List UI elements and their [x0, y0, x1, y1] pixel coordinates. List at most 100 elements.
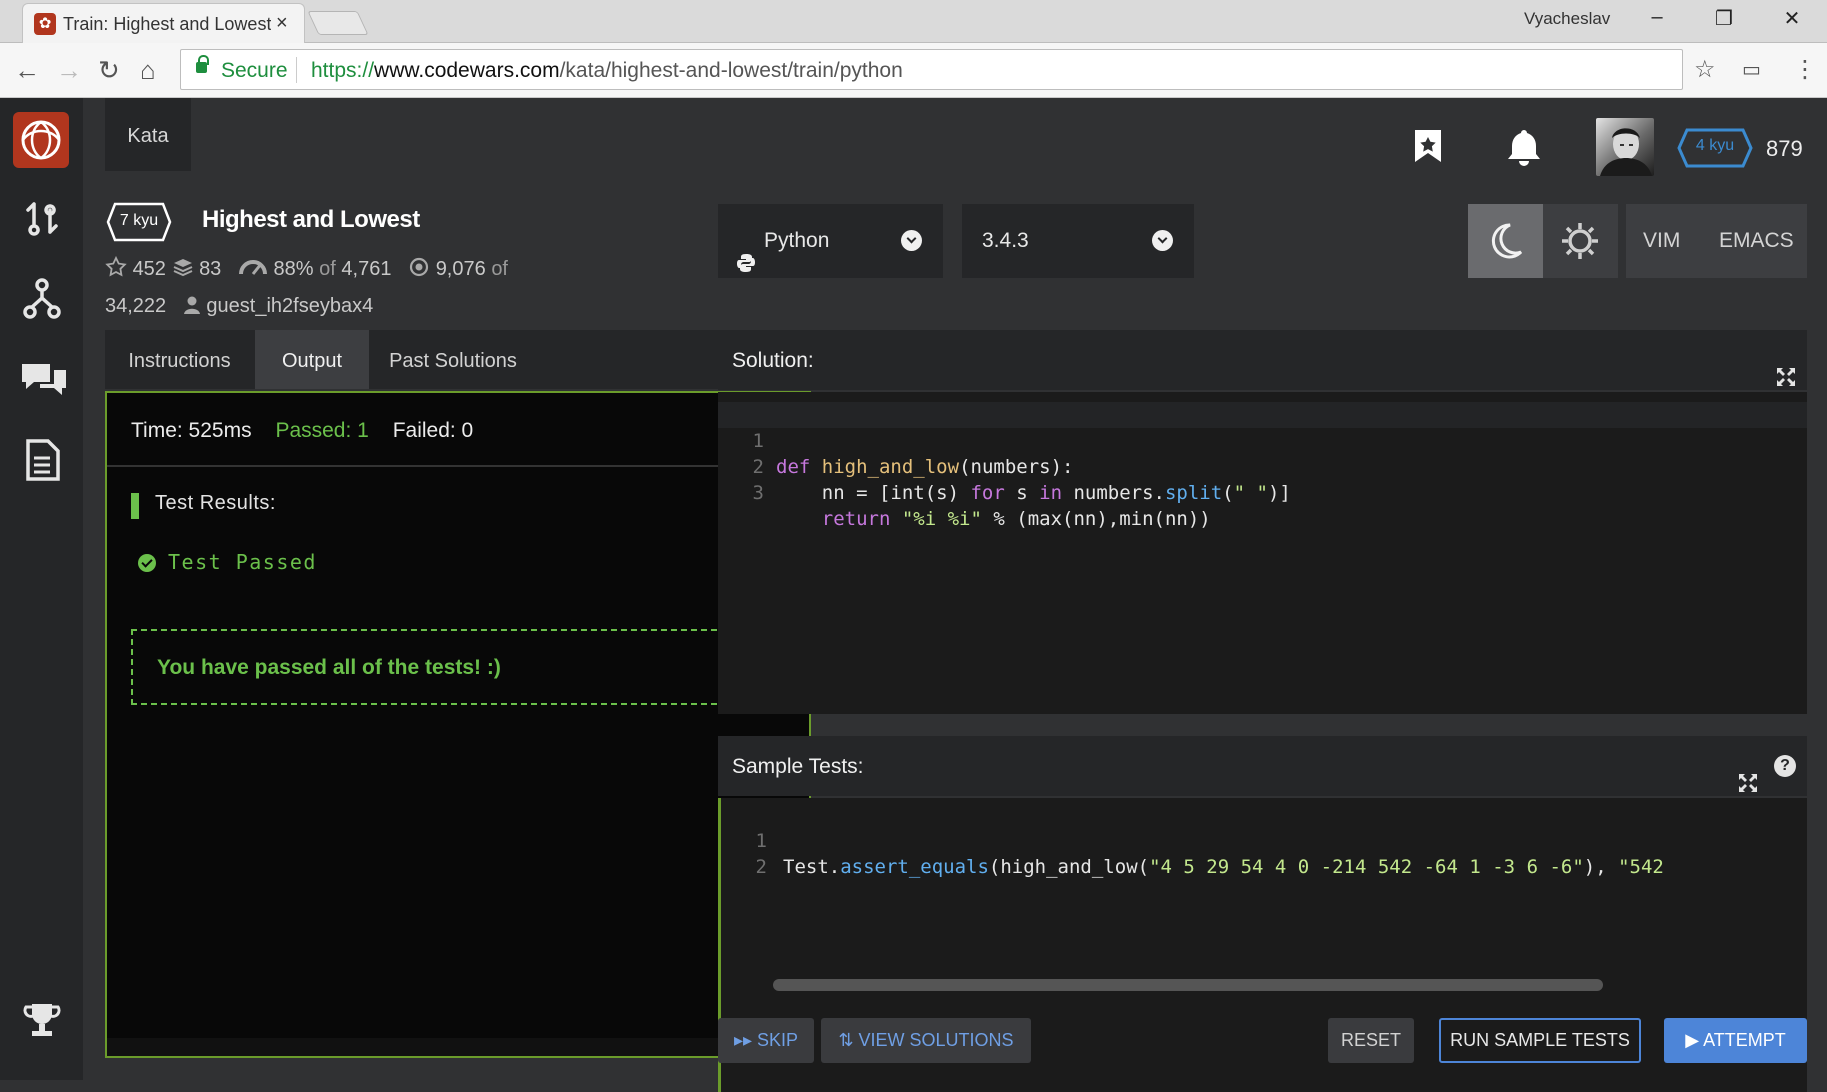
- bookmark-star-icon[interactable]: ☆: [1694, 55, 1716, 84]
- tab-instructions[interactable]: Instructions: [105, 330, 254, 389]
- codewars-favicon-icon: ✿: [34, 13, 56, 35]
- url-protocol: https://: [311, 59, 375, 82]
- nav-tab-kata[interactable]: Kata: [105, 98, 191, 171]
- view-solutions-button[interactable]: ⇅ VIEW SOLUTIONS: [821, 1018, 1031, 1063]
- completed-of-label: of: [491, 258, 508, 280]
- docs-icon[interactable]: [20, 438, 64, 481]
- url-separator: [296, 57, 297, 83]
- kata-trainer: Kata 4 kyu 879 7 kyu Highest and Lowest …: [83, 98, 1827, 1092]
- honor-count: 879: [1766, 136, 1803, 161]
- code-line: 2 nn = [int(s) for s in numbers.split(" …: [718, 428, 1807, 504]
- test-results-label: Test Results:: [155, 492, 276, 514]
- satisfaction-votes: 4,761: [341, 258, 392, 280]
- close-window-icon[interactable]: ✕: [1772, 6, 1812, 31]
- vim-mode-button[interactable]: VIM: [1643, 204, 1680, 278]
- notification-bell-icon[interactable]: [1506, 128, 1542, 171]
- satisfaction-gauge-icon: [238, 255, 268, 289]
- chevron-down-icon: [901, 230, 922, 251]
- browser-tab-title: Train: Highest and Lowest: [63, 14, 271, 34]
- trophy-icon[interactable]: [20, 1000, 64, 1040]
- completed-target-icon: [408, 255, 430, 289]
- url-path: /kata/highest-and-lowest/train/python: [559, 59, 903, 82]
- training-icon[interactable]: [20, 198, 64, 238]
- address-bar[interactable]: Secure https://www.codewars.com/kata/hig…: [180, 49, 1683, 90]
- code-line: 2: [721, 828, 1807, 878]
- code-line: 3 return "%i %i" % (max(nn),min(nn)): [718, 454, 1807, 530]
- solution-editor[interactable]: 1 def high_and_low(numbers): 2 nn = [int…: [718, 392, 1807, 714]
- line-number: 2: [755, 856, 767, 878]
- skip-button[interactable]: ▸▸ SKIP: [718, 1018, 814, 1063]
- reload-icon[interactable]: ↻: [98, 55, 120, 86]
- sidebar: [0, 98, 83, 1080]
- discussion-icon[interactable]: [20, 360, 66, 400]
- code-line: 1 Test.assert_equals(high_and_low("4 5 2…: [721, 802, 1807, 878]
- extension-icon[interactable]: ▭: [1742, 57, 1761, 82]
- collaboration-icon[interactable]: [20, 276, 64, 319]
- kata-title: Highest and Lowest: [202, 206, 420, 233]
- python-icon: [736, 230, 756, 304]
- user-avatar[interactable]: [1596, 118, 1654, 176]
- check-circle-icon: [138, 554, 156, 572]
- test-summary: Time: 525ms Passed: 1 Failed: 0: [107, 393, 809, 467]
- forward-icon[interactable]: →: [56, 55, 82, 86]
- output-footer: [107, 1038, 809, 1056]
- browser-tab[interactable]: ✿ Train: Highest and Lowest ×: [22, 3, 305, 43]
- congratulations-message: You have passed all of the tests! :): [131, 629, 787, 705]
- browser-menu-icon[interactable]: ⋮: [1793, 55, 1817, 84]
- version-select[interactable]: 3.4.3: [962, 204, 1194, 278]
- back-icon[interactable]: ←: [14, 55, 40, 86]
- tab-output[interactable]: Output: [255, 330, 369, 389]
- url-host: www.codewars.com: [374, 59, 560, 82]
- restore-icon[interactable]: ❐: [1704, 6, 1744, 31]
- new-tab-button[interactable]: [307, 11, 369, 35]
- browser-toolbar: ← → ↻ ⌂ Secure https://www.codewars.com/…: [0, 43, 1827, 98]
- author-name[interactable]: guest_ih2fseybax4: [206, 295, 373, 317]
- fast-forward-icon: ▸▸: [733, 1030, 758, 1050]
- total-warriors: 34,222: [105, 295, 167, 317]
- browser-profile-name[interactable]: Vyacheslav: [1524, 9, 1610, 29]
- kata-rank-badge: 7 kyu: [106, 202, 172, 247]
- user-rank-text: 4 kyu: [1695, 137, 1735, 154]
- star-icon[interactable]: [105, 255, 127, 289]
- kata-stats: 452 83 88% of 4,761 9,076 of 34,222 gues…: [105, 252, 565, 326]
- light-theme-button[interactable]: [1543, 204, 1618, 278]
- dark-theme-button[interactable]: [1468, 204, 1543, 278]
- home-icon[interactable]: ⌂: [140, 55, 156, 86]
- horizontal-scrollbar[interactable]: [773, 979, 1603, 991]
- satisfaction-of-label: of: [319, 258, 336, 280]
- left-panel-tabs: Instructions Output Past Solutions: [105, 330, 811, 389]
- passed-count: Passed: 1: [275, 419, 369, 442]
- tab-close-icon[interactable]: ×: [276, 12, 288, 35]
- url-text[interactable]: https://www.codewars.com/kata/highest-an…: [311, 59, 903, 83]
- lock-icon: [196, 55, 209, 73]
- bookmark-icon[interactable]: [1413, 128, 1443, 169]
- kata-rank-text: 7 kyu: [119, 212, 159, 229]
- author-user-icon: [183, 292, 201, 326]
- solution-header: Solution:: [718, 330, 1807, 390]
- codewars-logo[interactable]: [13, 112, 69, 168]
- chevron-down-icon: [1152, 230, 1173, 251]
- minimize-icon[interactable]: –: [1637, 6, 1677, 29]
- collections-count: 83: [199, 258, 222, 280]
- stars-count: 452: [132, 258, 166, 280]
- tab-past-solutions[interactable]: Past Solutions: [371, 330, 535, 389]
- line-number: 3: [752, 482, 764, 504]
- play-icon: ▶: [1685, 1030, 1704, 1050]
- emacs-mode-button[interactable]: EMACS: [1719, 204, 1794, 278]
- browser-tab-strip: ✿ Train: Highest and Lowest × Vyacheslav…: [0, 0, 1827, 43]
- language-select[interactable]: Python: [718, 204, 943, 278]
- user-rank-badge[interactable]: 4 kyu: [1677, 128, 1753, 173]
- test-passed-text: Test Passed: [168, 550, 317, 574]
- test-time: Time: 525ms: [131, 419, 252, 442]
- reset-button[interactable]: RESET: [1328, 1018, 1414, 1063]
- language-selected: Python: [764, 229, 830, 252]
- secure-label: Secure: [221, 59, 288, 82]
- completed-count: 9,076: [435, 258, 486, 280]
- attempt-button[interactable]: ▶ ATTEMPT: [1664, 1018, 1807, 1063]
- keybinding-options: VIM EMACS: [1626, 204, 1807, 278]
- solutions-icon: ⇅: [838, 1030, 859, 1050]
- code-line: 1 def high_and_low(numbers):: [718, 402, 1807, 478]
- collections-icon[interactable]: [172, 255, 194, 289]
- help-icon[interactable]: ?: [1774, 755, 1796, 777]
- run-sample-tests-button[interactable]: RUN SAMPLE TESTS: [1439, 1018, 1641, 1063]
